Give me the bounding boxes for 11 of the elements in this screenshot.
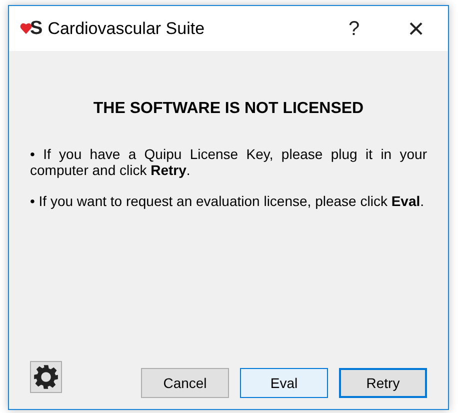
instruction-text: • If you have a Quipu License Key, please plug it in your computer and click Retry. xyxy=(30,146,427,178)
close-button[interactable]: × xyxy=(396,14,436,42)
dialog-button[interactable]: Retry xyxy=(339,368,427,398)
dialog-heading: THE SOFTWARE IS NOT LICENSED xyxy=(92,99,365,119)
instruction-text: • If you want to request an evaluation license, please click Eval. xyxy=(30,193,426,209)
settings-button[interactable] xyxy=(30,361,62,393)
settings-icon xyxy=(33,364,59,390)
dialog-button[interactable]: Cancel xyxy=(141,368,229,398)
dialog-button[interactable]: Eval xyxy=(240,368,328,398)
help-button[interactable]: ? xyxy=(334,14,374,44)
window-title: Cardiovascular Suite xyxy=(48,18,205,40)
